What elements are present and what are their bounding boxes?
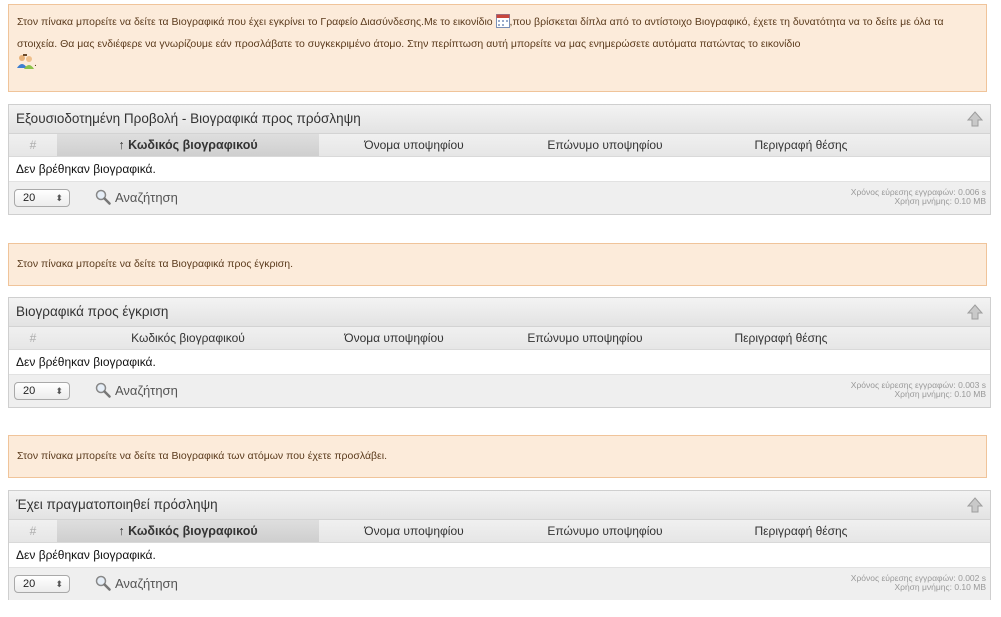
memory-usage: Χρήση μνήμης: 0.10 MB	[894, 196, 986, 206]
panel-title: Έχει πραγματοποιηθεί πρόσληψη	[16, 497, 218, 512]
page-size-value: 20	[23, 385, 36, 397]
panel-header: Εξουσιοδοτημένη Προβολή - Βιογραφικά προ…	[9, 105, 990, 134]
column-position[interactable]: Περιγραφή θέσης	[701, 134, 901, 156]
select-arrows-icon: ⬍	[55, 193, 63, 203]
collapse-arrow-icon[interactable]	[966, 496, 984, 514]
empty-message: Δεν βρέθηκαν βιογραφικά.	[9, 350, 990, 375]
column-hash: #	[29, 138, 37, 152]
panel-footer: 20 ⬍ Αναζήτηση Χρόνος εύρεσης εγγραφών: …	[9, 182, 990, 214]
page-size-select[interactable]: 20 ⬍	[14, 575, 70, 593]
hired-notice-text: Στον πίνακα μπορείτε να δείτε τα Βιογραφ…	[17, 450, 387, 462]
approved-notice-text-3: .	[34, 57, 37, 69]
column-first-name[interactable]: Όνομα υποψηφίου	[319, 520, 509, 542]
magnifier-icon	[95, 189, 111, 205]
pending-info-notice: Στον πίνακα μπορείτε να δείτε τα Βιογραφ…	[8, 243, 987, 286]
panel-title: Βιογραφικά προς έγκριση	[16, 304, 169, 319]
panel-footer: 20 ⬍ Αναζήτηση Χρόνος εύρεσης εγγραφών: …	[9, 375, 990, 407]
empty-message: Δεν βρέθηκαν βιογραφικά.	[9, 157, 990, 182]
search-button[interactable]: Αναζήτηση	[95, 575, 178, 593]
column-cv-code[interactable]: Κωδικός βιογραφικού	[57, 327, 319, 349]
collapse-arrow-icon[interactable]	[966, 303, 984, 321]
column-last-name[interactable]: Επώνυμο υποψηφίου	[489, 327, 681, 349]
page-size-select[interactable]: 20 ⬍	[14, 189, 70, 207]
column-first-name[interactable]: Όνομα υποψηφίου	[299, 327, 489, 349]
magnifier-icon	[95, 382, 111, 398]
column-last-name[interactable]: Επώνυμο υποψηφίου	[509, 520, 701, 542]
panel-footer: 20 ⬍ Αναζήτηση Χρόνος εύρεσης εγγραφών: …	[9, 568, 990, 600]
pending-cv-panel: Βιογραφικά προς έγκριση # Κωδικός βιογρα…	[8, 297, 991, 408]
column-cv-code[interactable]: ↑ Κωδικός βιογραφικού	[57, 520, 319, 542]
hired-cv-panel: Έχει πραγματοποιηθεί πρόσληψη # ↑ Κωδικό…	[8, 490, 991, 600]
search-label: Αναζήτηση	[115, 576, 178, 591]
panel-header: Βιογραφικά προς έγκριση	[9, 298, 990, 327]
column-header-row: # Κωδικός βιογραφικού Όνομα υποψηφίου Επ…	[9, 327, 990, 350]
column-position[interactable]: Περιγραφή θέσης	[701, 520, 901, 542]
column-last-name[interactable]: Επώνυμο υποψηφίου	[509, 134, 701, 156]
column-first-name[interactable]: Όνομα υποψηφίου	[319, 134, 509, 156]
hire-people-icon	[17, 54, 34, 76]
select-arrows-icon: ⬍	[55, 579, 63, 589]
query-stats: Χρόνος εύρεσης εγγραφών: 0.003 s Χρήση μ…	[851, 381, 986, 399]
search-label: Αναζήτηση	[115, 383, 178, 398]
approved-cv-panel: Εξουσιοδοτημένη Προβολή - Βιογραφικά προ…	[8, 104, 991, 215]
memory-usage: Χρήση μνήμης: 0.10 MB	[894, 389, 986, 399]
query-stats: Χρόνος εύρεσης εγγραφών: 0.006 s Χρήση μ…	[851, 188, 986, 206]
query-stats: Χρόνος εύρεσης εγγραφών: 0.002 s Χρήση μ…	[851, 574, 986, 592]
hired-info-notice: Στον πίνακα μπορείτε να δείτε τα Βιογραφ…	[8, 435, 987, 478]
page-size-value: 20	[23, 578, 36, 590]
page-size-select[interactable]: 20 ⬍	[14, 382, 70, 400]
column-header-row: # ↑ Κωδικός βιογραφικού Όνομα υποψηφίου …	[9, 134, 990, 157]
panel-title: Εξουσιοδοτημένη Προβολή - Βιογραφικά προ…	[16, 111, 361, 126]
column-cv-code[interactable]: ↑ Κωδικός βιογραφικού	[57, 134, 319, 156]
approved-notice-text-1: Στον πίνακα μπορείτε να δείτε τα Βιογραφ…	[17, 16, 493, 28]
empty-message: Δεν βρέθηκαν βιογραφικά.	[9, 543, 990, 568]
search-label: Αναζήτηση	[115, 190, 178, 205]
column-hash: #	[29, 524, 37, 538]
magnifier-icon	[95, 575, 111, 591]
memory-usage: Χρήση μνήμης: 0.10 MB	[894, 582, 986, 592]
column-position[interactable]: Περιγραφή θέσης	[681, 327, 881, 349]
column-hash: #	[29, 331, 37, 345]
calendar-view-icon	[495, 14, 510, 35]
select-arrows-icon: ⬍	[55, 386, 63, 396]
panel-header: Έχει πραγματοποιηθεί πρόσληψη	[9, 491, 990, 520]
column-header-row: # ↑ Κωδικός βιογραφικού Όνομα υποψηφίου …	[9, 520, 990, 543]
search-button[interactable]: Αναζήτηση	[95, 382, 178, 400]
pending-notice-text: Στον πίνακα μπορείτε να δείτε τα Βιογραφ…	[17, 258, 294, 270]
page-size-value: 20	[23, 192, 36, 204]
search-button[interactable]: Αναζήτηση	[95, 189, 178, 207]
collapse-arrow-icon[interactable]	[966, 110, 984, 128]
approved-info-notice: Στον πίνακα μπορείτε να δείτε τα Βιογραφ…	[8, 4, 987, 92]
